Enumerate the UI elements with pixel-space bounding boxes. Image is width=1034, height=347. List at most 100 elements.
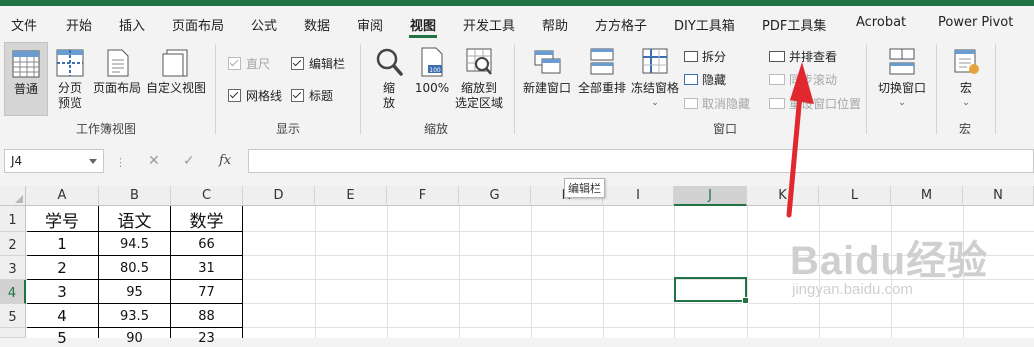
table-cell[interactable]: 93.5: [99, 309, 170, 324]
formula-bar-resize-dots-icon[interactable]: ⋮: [115, 156, 126, 169]
table-border: [242, 206, 243, 338]
tab-view[interactable]: 视图: [410, 15, 436, 34]
table-border: [27, 279, 243, 280]
column-header-m[interactable]: M: [891, 186, 963, 206]
table-border: [27, 327, 243, 328]
freeze-panes-button[interactable]: 冻结窗格 ⌄: [629, 42, 681, 111]
column-header-i[interactable]: I: [603, 186, 674, 206]
table-cell[interactable]: 77: [171, 285, 242, 300]
tab-page-layout[interactable]: 页面布局: [172, 15, 224, 34]
table-cell[interactable]: 90: [99, 331, 170, 346]
new-window-button[interactable]: 新建窗口: [521, 42, 573, 96]
split-button[interactable]: 拆分: [684, 48, 726, 65]
table-cell[interactable]: 3: [26, 283, 98, 301]
tab-data[interactable]: 数据: [304, 15, 330, 34]
insert-function-icon[interactable]: fx: [219, 153, 231, 168]
enter-entry-icon[interactable]: ✓: [183, 153, 195, 169]
tab-fangfang[interactable]: 方方格子: [595, 15, 647, 34]
row-header-2[interactable]: 2: [0, 232, 26, 256]
column-header-b[interactable]: B: [99, 186, 171, 206]
page-layout-button[interactable]: 页面布局: [92, 42, 142, 96]
table-cell[interactable]: 95: [99, 285, 170, 300]
column-header-g[interactable]: G: [459, 186, 531, 206]
tab-help[interactable]: 帮助: [542, 15, 568, 34]
freeze-panes-label: 冻结窗格: [630, 81, 679, 95]
title-strip: [0, 0, 1034, 6]
zoom-button[interactable]: 缩 放: [372, 42, 406, 111]
normal-view-icon: [12, 50, 40, 78]
table-cell[interactable]: 31: [171, 261, 242, 276]
tab-file[interactable]: 文件: [11, 15, 37, 34]
table-cell[interactable]: 66: [171, 237, 242, 252]
ruler-label: 直尺: [246, 57, 271, 71]
split-label: 拆分: [702, 50, 727, 64]
table-cell[interactable]: 23: [171, 331, 242, 346]
table-cell[interactable]: 2: [26, 259, 98, 277]
normal-view-button[interactable]: 普通: [4, 42, 48, 116]
fill-handle[interactable]: [742, 297, 749, 304]
tab-home[interactable]: 开始: [66, 15, 92, 34]
zoom-selection-label-2: 选定区域: [454, 96, 503, 110]
cancel-entry-icon[interactable]: ✕: [148, 153, 160, 169]
ruler-checkbox[interactable]: 直尺: [228, 55, 270, 72]
column-header-d[interactable]: D: [243, 186, 315, 206]
table-header-cell[interactable]: 数学: [171, 207, 242, 232]
tab-insert[interactable]: 插入: [119, 15, 145, 34]
headings-checkbox[interactable]: 标题: [291, 87, 333, 104]
row-header-4[interactable]: 4: [0, 280, 26, 304]
tab-review[interactable]: 审阅: [357, 15, 383, 34]
hide-label: 隐藏: [702, 73, 727, 87]
gridlines-checkbox[interactable]: 网格线: [228, 87, 282, 104]
switch-windows-button[interactable]: 切换窗口 ⌄: [875, 42, 929, 111]
page-break-label-1: 分页: [57, 81, 82, 95]
tab-diy-toolbox[interactable]: DIY工具箱: [674, 15, 735, 34]
table-cell[interactable]: 94.5: [99, 237, 170, 252]
arrange-all-icon: [590, 48, 614, 75]
split-icon: [684, 51, 698, 62]
custom-view-button[interactable]: 自定义视图: [145, 42, 207, 96]
table-header-cell[interactable]: 语文: [99, 207, 170, 232]
column-header-c[interactable]: C: [171, 186, 243, 206]
hide-button[interactable]: 隐藏: [684, 71, 726, 88]
tab-pdf-tools[interactable]: PDF工具集: [762, 15, 826, 34]
table-cell[interactable]: 88: [171, 309, 242, 324]
ribbon-separator: [866, 44, 867, 134]
table-cell[interactable]: 80.5: [99, 261, 170, 276]
select-all-button[interactable]: [0, 186, 26, 206]
custom-view-icon: [162, 49, 188, 77]
table-cell[interactable]: 4: [26, 307, 98, 325]
column-header-e[interactable]: E: [315, 186, 387, 206]
tab-power-pivot[interactable]: Power Pivot: [938, 15, 1013, 30]
column-header-j[interactable]: J: [674, 186, 747, 206]
row-header-1[interactable]: 1: [0, 206, 26, 232]
gridline: [603, 206, 604, 338]
row-header-3[interactable]: 3: [0, 256, 26, 280]
normal-view-label: 普通: [13, 82, 38, 96]
freeze-panes-icon: [642, 48, 668, 74]
tab-formulas[interactable]: 公式: [251, 15, 277, 34]
column-header-a[interactable]: A: [26, 186, 99, 206]
table-header-cell[interactable]: 学号: [26, 207, 98, 232]
name-box[interactable]: J4: [4, 149, 104, 173]
table-cell[interactable]: 1: [26, 235, 98, 253]
table-cell[interactable]: 5: [26, 329, 98, 347]
name-box-dropdown-icon[interactable]: [89, 159, 97, 164]
arrange-all-button[interactable]: 全部重排: [576, 42, 628, 96]
tab-developer[interactable]: 开发工具: [463, 15, 515, 34]
page-layout-label: 页面布局: [92, 81, 141, 95]
macros-button[interactable]: 宏 ⌄: [946, 42, 986, 111]
row-header-6[interactable]: [0, 328, 26, 338]
zoom-to-selection-button[interactable]: 缩放到 选定区域: [452, 42, 506, 111]
page-break-preview-button[interactable]: 分页 预览: [52, 42, 88, 111]
tab-acrobat[interactable]: Acrobat: [856, 15, 906, 30]
zoom-100-button[interactable]: 100 100%: [412, 42, 452, 96]
row-header-5[interactable]: 5: [0, 304, 26, 328]
formula-bar-checkbox[interactable]: 编辑栏: [291, 55, 345, 72]
formula-input[interactable]: [248, 149, 1034, 173]
unhide-button[interactable]: 取消隐藏: [684, 95, 750, 112]
freeze-dropdown-chevron-icon: ⌄: [651, 98, 659, 108]
table-border: [27, 303, 243, 304]
column-header-n[interactable]: N: [963, 186, 1034, 206]
column-header-f[interactable]: F: [387, 186, 459, 206]
selected-cell-j4[interactable]: [674, 277, 749, 304]
